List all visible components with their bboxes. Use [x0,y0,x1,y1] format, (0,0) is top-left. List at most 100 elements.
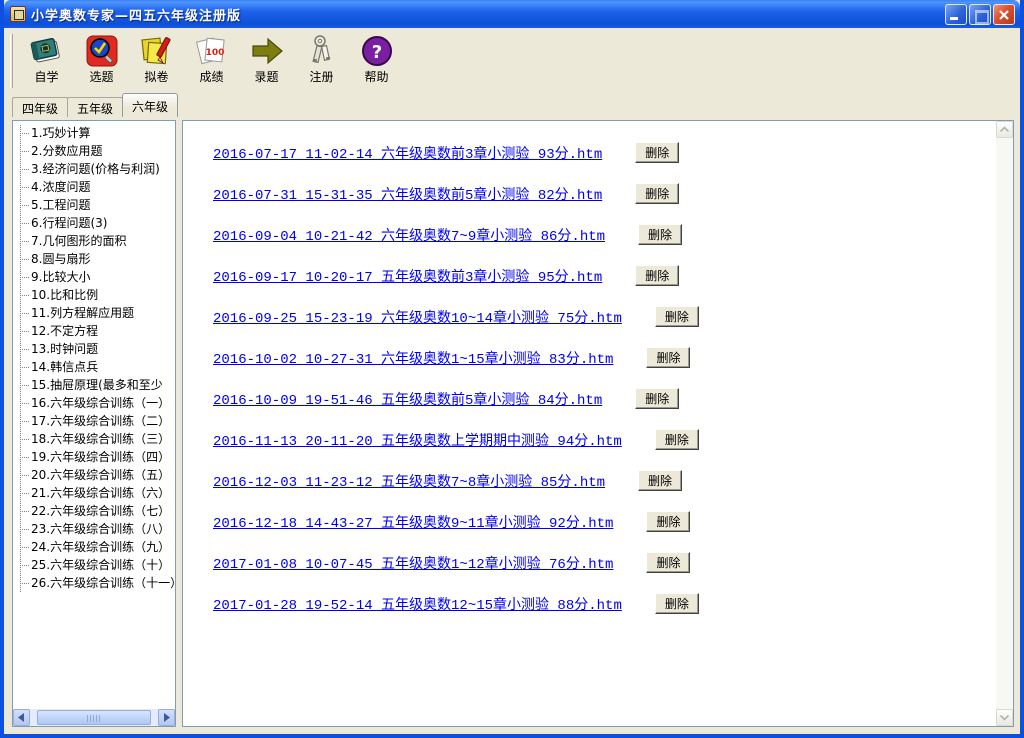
scroll-right-arrow[interactable] [158,709,175,726]
close-icon [998,9,1010,21]
result-row: 2017-01-08_10-07-45_五年级奥数1~12章小测验_76分.ht… [213,542,1013,583]
result-file-link[interactable]: 2016-10-02_10-27-31_六年级奥数1~15章小测验_83分.ht… [213,348,613,368]
tree-item[interactable]: 4.浓度问题 [15,178,175,196]
tree-item[interactable]: 1.巧妙计算 [15,124,175,142]
result-row: 2017-01-28_19-52-14_五年级奥数12~15章小测验_88分.h… [213,583,1013,624]
result-file-link[interactable]: 2016-10-09_19-51-46_五年级奥数前5章小测验_84分.htm [213,389,602,409]
result-file-link[interactable]: 2016-11-13_20-11-20_五年级奥数上学期期中测验_94分.htm [213,430,622,450]
title-bar: 小学奥数专家—四五六年级注册版 [4,0,1020,28]
toolbar-label: 自学 [34,70,58,84]
grade-tab-strip: 四年级 五年级 六年级 [4,92,1020,117]
tree-item[interactable]: 11.列方程解应用题 [15,304,175,322]
toolbar-label: 注册 [309,70,333,84]
tree-connector-icon [20,475,29,476]
minimize-button[interactable] [945,4,967,25]
result-file-link[interactable]: 2017-01-08_10-07-45_五年级奥数1~12章小测验_76分.ht… [213,553,613,573]
vertical-scrollbar[interactable] [996,121,1013,726]
delete-button[interactable]: 删除 [635,142,679,163]
tree-item[interactable]: 23.六年级综合训练（八） [15,520,175,538]
tree-connector-icon [20,331,29,332]
tree-item[interactable]: 14.韩信点兵 [15,358,175,376]
delete-button[interactable]: 删除 [635,265,679,286]
tree-connector-icon [20,421,29,422]
tree-item[interactable]: 21.六年级综合训练（六） [15,484,175,502]
tree-item[interactable]: 3.经济问题(价格与利润) [15,160,175,178]
scroll-down-arrow[interactable] [996,709,1013,726]
toolbar-button-register[interactable]: 注册 [294,32,349,88]
delete-button[interactable]: 删除 [646,511,690,532]
toolbar-label: 成绩 [199,70,223,84]
tree-item[interactable]: 12.不定方程 [15,322,175,340]
maximize-button[interactable] [969,4,991,25]
tree-connector-icon [20,295,29,296]
scroll-left-arrow[interactable] [13,709,30,726]
tree-item[interactable]: 26.六年级综合训练（十一） [15,574,175,592]
toolbar-label: 录题 [254,70,278,84]
tree-item[interactable]: 22.六年级综合训练（七） [15,502,175,520]
result-row: 2016-07-17_11-02-14_六年级奥数前3章小测验_93分.htm 删… [213,132,1013,173]
tree-item[interactable]: 16.六年级综合训练（一） [15,394,175,412]
tree-item[interactable]: 2.分数应用题 [15,142,175,160]
delete-button[interactable]: 删除 [655,429,699,450]
horizontal-scrollbar[interactable] [13,709,175,726]
tree-item-label: 22.六年级综合训练（七） [31,502,170,520]
result-row: 2016-10-09_19-51-46_五年级奥数前5章小测验_84分.htm 删… [213,378,1013,419]
window-controls [945,4,1015,25]
tree-item[interactable]: 18.六年级综合训练（三） [15,430,175,448]
tree-item[interactable]: 17.六年级综合训练（二） [15,412,175,430]
horizontal-scrollbar-thumb[interactable] [37,710,151,725]
tree-connector-icon [20,277,29,278]
tree-item[interactable]: 13.时钟问题 [15,340,175,358]
tree-item[interactable]: 8.圆与扇形 [15,250,175,268]
toolbar-button-select-topic[interactable]: 选题 [74,32,129,88]
delete-button[interactable]: 删除 [646,347,690,368]
result-file-link[interactable]: 2016-09-25_15-23-19_六年级奥数10~14章小测验_75分.h… [213,307,622,327]
result-file-link[interactable]: 2016-09-04_10-21-42_六年级奥数7~9章小测验_86分.htm [213,225,605,245]
tree-item[interactable]: 25.六年级综合训练（十） [15,556,175,574]
toolbar-button-help[interactable]: ? 帮助 [349,32,404,88]
score-paper-icon: 100 [194,33,230,69]
toolbar-button-scores[interactable]: 100 成绩 [184,32,239,88]
result-file-link[interactable]: 2016-07-31_15-31-35_六年级奥数前5章小测验_82分.htm [213,184,602,204]
result-file-link[interactable]: 2016-12-18_14-43-27_五年级奥数9~11章小测验_92分.ht… [213,512,613,532]
toolbar-button-draft-paper[interactable]: 拟卷 [129,32,184,88]
toolbar-button-self-study[interactable]: 自学 [19,32,74,88]
tree-item-label: 10.比和比例 [31,286,98,304]
close-button[interactable] [993,4,1015,25]
tree-item[interactable]: 19.六年级综合训练（四） [15,448,175,466]
scroll-up-arrow[interactable] [996,121,1013,138]
result-row: 2016-12-03_11-23-12_五年级奥数7~8章小测验_85分.htm… [213,460,1013,501]
result-row: 2016-10-02_10-27-31_六年级奥数1~15章小测验_83分.ht… [213,337,1013,378]
tree-item[interactable]: 15.抽屉原理(最多和至少 [15,376,175,394]
tree-item[interactable]: 5.工程问题 [15,196,175,214]
result-file-link[interactable]: 2016-07-17_11-02-14_六年级奥数前3章小测验_93分.htm [213,143,602,163]
tab-grade-4[interactable]: 四年级 [12,97,68,117]
tree-item[interactable]: 7.几何图形的面积 [15,232,175,250]
result-row: 2016-12-18_14-43-27_五年级奥数9~11章小测验_92分.ht… [213,501,1013,542]
delete-button[interactable]: 删除 [638,224,682,245]
delete-button[interactable]: 删除 [638,470,682,491]
toolbar-button-record[interactable]: 录题 [239,32,294,88]
app-icon [10,6,26,22]
tab-grade-5[interactable]: 五年级 [67,97,123,117]
tree-connector-icon [20,529,29,530]
toolbar-label: 选题 [89,70,113,84]
tree-item[interactable]: 20.六年级综合训练（五） [15,466,175,484]
tree-connector-icon [20,259,29,260]
delete-button[interactable]: 删除 [646,552,690,573]
result-file-link[interactable]: 2017-01-28_19-52-14_五年级奥数12~15章小测验_88分.h… [213,594,622,614]
delete-button[interactable]: 删除 [655,306,699,327]
tree-item[interactable]: 9.比较大小 [15,268,175,286]
delete-button[interactable]: 删除 [655,593,699,614]
tree-item[interactable]: 24.六年级综合训练（九） [15,538,175,556]
result-file-link[interactable]: 2016-09-17_10-20-17_五年级奥数前3章小测验_95分.htm [213,266,602,286]
tree-connector-icon [20,367,29,368]
tab-grade-6[interactable]: 六年级 [122,93,178,117]
tree-item[interactable]: 6.行程问题(3) [15,214,175,232]
result-file-link[interactable]: 2016-12-03_11-23-12_五年级奥数7~8章小测验_85分.htm [213,471,605,491]
chapter-tree: 1.巧妙计算2.分数应用题3.经济问题(价格与利润)4.浓度问题5.工程问题6.… [13,121,175,592]
tree-item-label: 23.六年级综合训练（八） [31,520,170,538]
delete-button[interactable]: 删除 [635,183,679,204]
tree-item[interactable]: 10.比和比例 [15,286,175,304]
delete-button[interactable]: 删除 [635,388,679,409]
